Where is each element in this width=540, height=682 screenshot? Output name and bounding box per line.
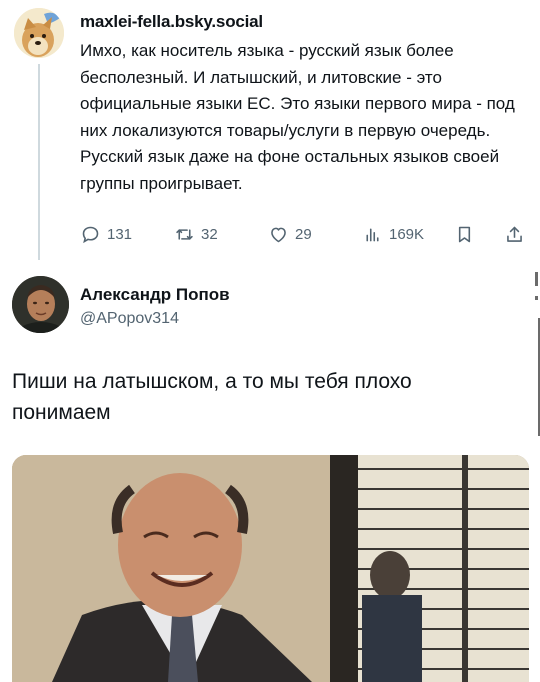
user-avatar[interactable] bbox=[12, 276, 69, 333]
share-button[interactable] bbox=[504, 224, 525, 245]
repost-count: 32 bbox=[201, 226, 218, 243]
doge-avatar[interactable] bbox=[14, 8, 64, 58]
reply-author-handle[interactable]: @APopov314 bbox=[80, 310, 179, 328]
views-count: 169K bbox=[389, 226, 425, 243]
post-author-handle[interactable]: maxlei-fella.bsky.social bbox=[80, 12, 263, 32]
reply-button[interactable]: 131 bbox=[80, 224, 132, 245]
reply-text: Пиши на латышском, а то мы тебя плохо по… bbox=[12, 370, 412, 424]
repost-button[interactable]: 32 bbox=[174, 224, 218, 245]
like-count: 29 bbox=[295, 226, 312, 243]
bar-chart-icon bbox=[362, 224, 383, 245]
repost-arrows-icon bbox=[174, 224, 195, 245]
speech-bubble-icon bbox=[80, 224, 101, 245]
bookmark-button[interactable] bbox=[454, 224, 475, 245]
attached-image[interactable] bbox=[12, 455, 529, 682]
bookmark-icon bbox=[454, 224, 475, 245]
share-upload-icon bbox=[504, 224, 525, 245]
views-button[interactable]: 169K bbox=[362, 224, 424, 245]
post-action-bar: 131 32 29 169K bbox=[78, 222, 530, 250]
scroll-indicator bbox=[535, 272, 538, 286]
post-text: Имхо, как носитель языка - русский язык … bbox=[80, 41, 515, 193]
reply-count: 131 bbox=[107, 226, 133, 243]
like-button[interactable]: 29 bbox=[268, 224, 312, 245]
heart-icon bbox=[268, 224, 289, 245]
thread-line bbox=[38, 64, 40, 260]
reply-author-name[interactable]: Александр Попов bbox=[80, 285, 230, 305]
scroll-indicator bbox=[535, 296, 538, 300]
